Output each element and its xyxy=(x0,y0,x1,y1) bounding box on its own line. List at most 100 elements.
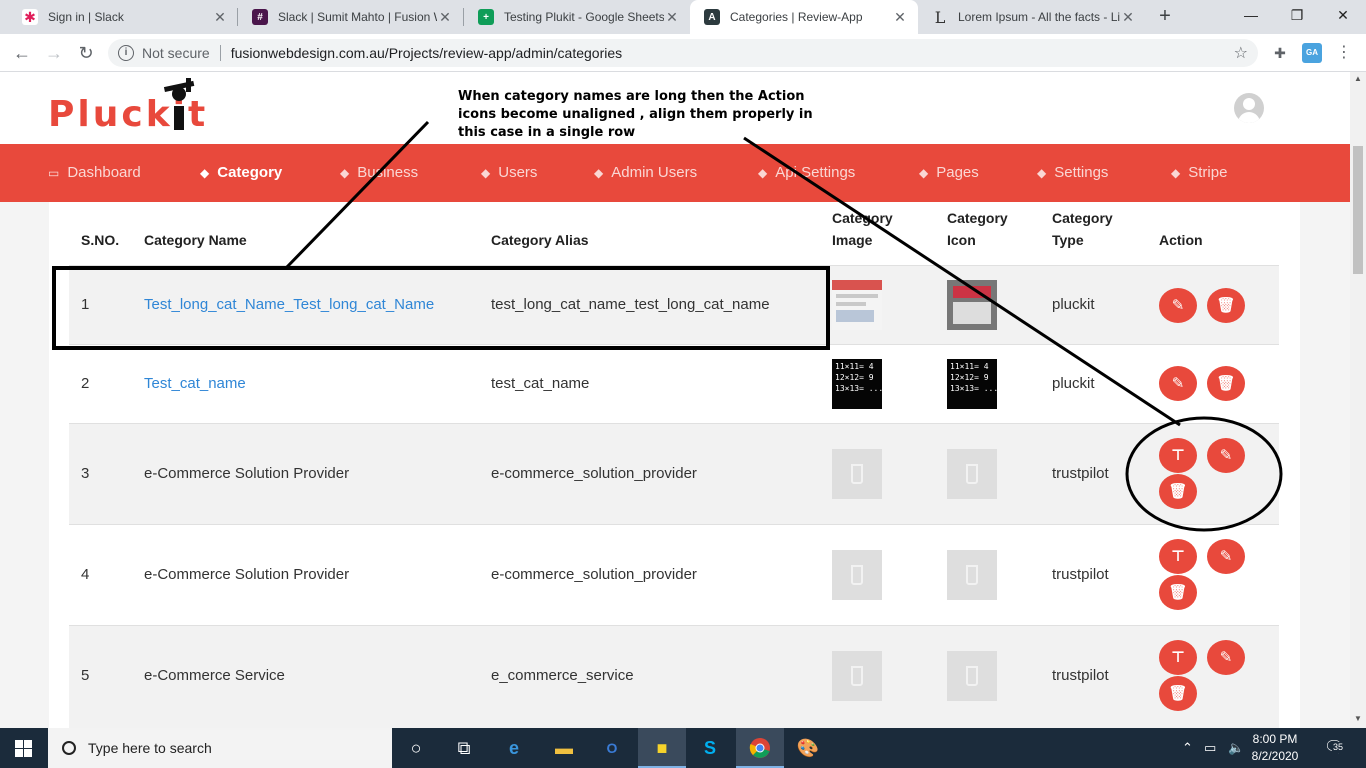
delete-button[interactable]: 🗑 xyxy=(1207,366,1245,401)
edit-button[interactable]: ✎ xyxy=(1159,366,1197,401)
close-icon[interactable]: ✕ xyxy=(1120,9,1136,26)
forward-arrow-icon[interactable]: → xyxy=(42,41,66,65)
info-icon[interactable]: i xyxy=(118,45,134,61)
address-bar[interactable]: i Not secure fusionwebdesign.com.au/Proj… xyxy=(108,39,1258,67)
header-line: Type xyxy=(1052,232,1084,248)
divider xyxy=(219,45,221,61)
nav-item-api-settings[interactable]: ◆ Api Settings xyxy=(758,144,855,202)
nav-item-users[interactable]: ◆ Users xyxy=(481,144,537,202)
category-icon-thumbnail xyxy=(947,280,997,330)
edit-button[interactable]: ✎ xyxy=(1207,438,1245,473)
windows-start-icon[interactable] xyxy=(0,728,48,768)
google-sheets-icon: + xyxy=(478,9,494,25)
task-view-icon[interactable]: ⧉ xyxy=(440,728,488,768)
scroll-up-icon[interactable]: ▲ xyxy=(1353,74,1363,83)
nav-item-business[interactable]: ◆ Business xyxy=(340,144,418,202)
avatar-head xyxy=(1243,98,1255,110)
taskbar-search-box[interactable]: Type here to search xyxy=(48,728,392,768)
signpost-button[interactable]: ⊤ xyxy=(1159,640,1197,675)
header-category-image: Category Image xyxy=(832,207,893,251)
nav-label: Dashboard xyxy=(67,164,141,181)
browser-tab-strip: ✱ Sign in | Slack ✕ # Slack | Sumit Maht… xyxy=(0,0,1366,34)
review-app-icon: A xyxy=(704,9,720,25)
skype-icon[interactable]: S xyxy=(686,728,734,768)
star-icon[interactable]: ☆ xyxy=(1234,43,1248,63)
avatar[interactable] xyxy=(1234,93,1264,123)
category-name-link[interactable]: Test_long_cat_Name_Test_long_cat_Name xyxy=(144,296,434,313)
edit-button[interactable]: ✎ xyxy=(1159,288,1197,323)
category-name: e-Commerce Solution Provider xyxy=(144,566,350,583)
nav-item-stripe[interactable]: ◆ Stripe xyxy=(1171,144,1227,202)
tab-title: Categories | Review-App xyxy=(730,10,863,24)
cortana-icon[interactable]: ○ xyxy=(392,728,440,768)
delete-button[interactable]: 🗑 xyxy=(1159,575,1197,610)
placeholder-image-icon xyxy=(947,449,997,499)
category-name: e-Commerce Solution Provider xyxy=(144,465,350,482)
lorem-ipsum-icon: L xyxy=(934,7,946,27)
chrome-icon[interactable] xyxy=(736,728,784,768)
signpost-button[interactable]: ⊤ xyxy=(1159,539,1197,574)
back-arrow-icon[interactable]: ← xyxy=(10,41,34,65)
tab-title: Lorem Ipsum - All the facts - Li xyxy=(958,10,1120,24)
monitor-icon: ▭ xyxy=(48,166,60,180)
scrollbar-thumb[interactable] xyxy=(1353,146,1363,274)
url-text[interactable]: fusionwebdesign.com.au/Projects/review-a… xyxy=(231,45,622,61)
edit-button[interactable]: ✎ xyxy=(1207,640,1245,675)
nav-item-pages[interactable]: ◆ Pages xyxy=(919,144,979,202)
nav-item-settings[interactable]: ◆ Settings xyxy=(1037,144,1108,202)
browser-tab-slack-signin[interactable]: ✱ Sign in | Slack ✕ xyxy=(8,0,238,34)
main-nav: ▭ Dashboard ◆ Category ◆ Business ◆ Users ◆ A… xyxy=(0,144,1350,202)
nav-label: Users xyxy=(498,164,538,181)
header-sno: S.NO. xyxy=(81,232,120,248)
row-sno: 3 xyxy=(81,465,90,482)
nav-item-dashboard[interactable]: ▭ Dashboard xyxy=(48,144,141,202)
paint-icon[interactable]: 🎨 xyxy=(784,728,832,768)
page-scrollbar[interactable]: ▲ ▼ xyxy=(1350,72,1366,728)
header-category-icon: Category Icon xyxy=(947,207,1008,251)
browser-tab-slack[interactable]: # Slack | Sumit Mahto | Fusion W ✕ xyxy=(238,0,463,34)
reload-icon[interactable]: ↻ xyxy=(74,41,98,65)
close-icon[interactable]: ✕ xyxy=(664,9,680,26)
outlook-icon[interactable]: O xyxy=(588,728,636,768)
browser-tab-categories[interactable]: A Categories | Review-App ✕ xyxy=(690,0,918,34)
file-explorer-icon[interactable]: ▬ xyxy=(540,728,588,768)
notification-icon[interactable]: 🗨35 xyxy=(1324,728,1344,768)
layers-icon: ◆ xyxy=(919,166,929,180)
close-window-button[interactable]: ✕ xyxy=(1320,0,1366,34)
analytics-extension-icon[interactable]: GA xyxy=(1302,43,1322,63)
delete-button[interactable]: 🗑 xyxy=(1159,474,1197,509)
close-icon[interactable]: ✕ xyxy=(437,9,453,26)
slack-icon: ✱ xyxy=(22,9,38,25)
clock-time: 8:00 PM xyxy=(1252,732,1298,746)
scroll-down-icon[interactable]: ▼ xyxy=(1353,714,1363,723)
new-tab-button[interactable]: + xyxy=(1154,6,1176,28)
header-category-type: Category Type xyxy=(1052,207,1113,251)
nav-item-category[interactable]: ◆ Category xyxy=(200,144,282,202)
chevron-up-icon[interactable]: ⌃ xyxy=(1182,728,1193,768)
category-type: trustpilot xyxy=(1052,465,1109,482)
header-line: Category xyxy=(947,210,1008,226)
signpost-button[interactable]: ⊤ xyxy=(1159,438,1197,473)
search-icon xyxy=(62,741,76,755)
edge-icon[interactable]: e xyxy=(490,728,538,768)
menu-dots-icon[interactable]: ⋮ xyxy=(1334,43,1354,63)
tab-title: Slack | Sumit Mahto | Fusion W xyxy=(278,10,437,24)
category-type: trustpilot xyxy=(1052,566,1109,583)
row-sno: 2 xyxy=(81,375,90,392)
close-icon[interactable]: ✕ xyxy=(892,9,908,26)
browser-tab-lorem[interactable]: L Lorem Ipsum - All the facts - Li ✕ xyxy=(918,0,1146,34)
battery-icon[interactable]: ▭ xyxy=(1204,728,1216,768)
nav-item-admin-users[interactable]: ◆ Admin Users xyxy=(594,144,697,202)
minimize-button[interactable]: — xyxy=(1228,0,1274,34)
delete-button[interactable]: 🗑 xyxy=(1159,676,1197,711)
layers-icon: ◆ xyxy=(340,166,350,180)
extensions-puzzle-icon[interactable]: ✚ xyxy=(1270,43,1290,63)
edit-button[interactable]: ✎ xyxy=(1207,539,1245,574)
maximize-button[interactable]: ❐ xyxy=(1274,0,1320,34)
sticky-notes-icon[interactable]: ■ xyxy=(638,728,686,768)
browser-tab-sheets[interactable]: + Testing Plukit - Google Sheets ✕ xyxy=(464,0,690,34)
close-icon[interactable]: ✕ xyxy=(212,9,228,26)
delete-button[interactable]: 🗑 xyxy=(1207,288,1245,323)
taskbar-clock[interactable]: 8:00 PM 8/2/2020 xyxy=(1240,731,1310,765)
category-name-link[interactable]: Test_cat_name xyxy=(144,375,246,392)
